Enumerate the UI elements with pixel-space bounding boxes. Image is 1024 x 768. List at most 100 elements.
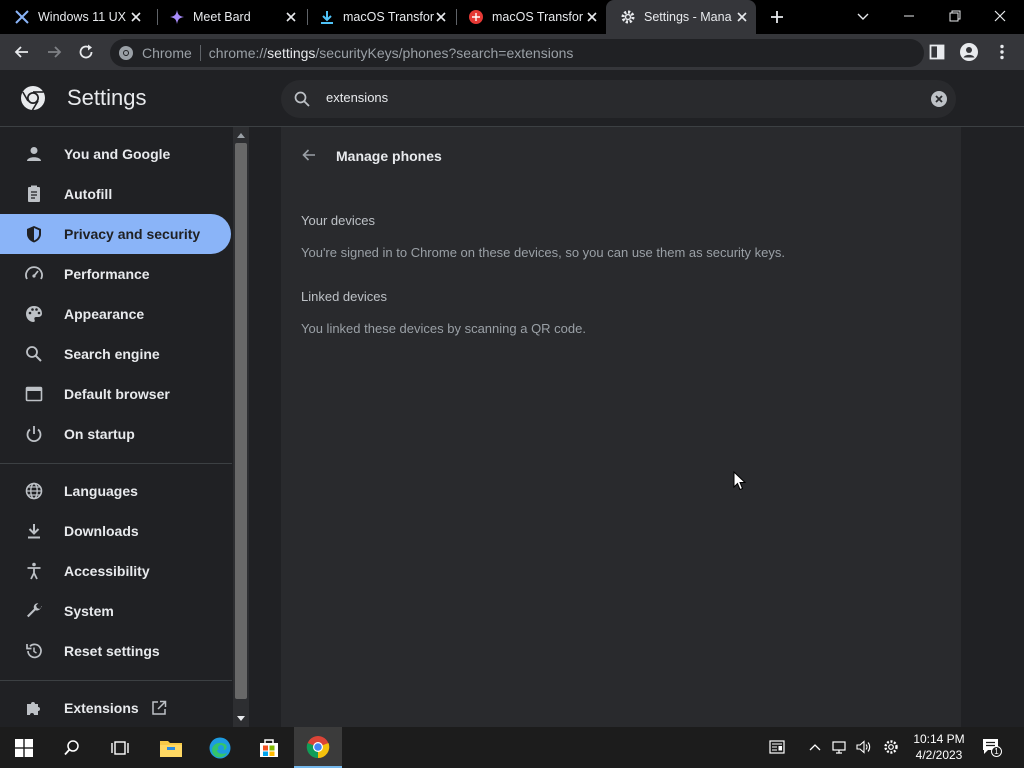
reset-icon: [24, 641, 44, 661]
person-icon: [24, 144, 44, 164]
taskbar-search-icon[interactable]: [48, 727, 96, 768]
chrome-logo-icon: [20, 85, 46, 111]
close-tab-icon[interactable]: [734, 9, 750, 25]
sidebar-item-default-browser[interactable]: Default browser: [0, 374, 231, 414]
chrome-taskbar-icon[interactable]: [294, 727, 342, 768]
tab-macos-transform-1[interactable]: macOS Transfor: [305, 0, 455, 34]
sidebar-item-label: Default browser: [64, 386, 170, 402]
sidebar-item-label: Privacy and security: [64, 226, 201, 242]
settings-sidebar: You and Google Autofill Privacy and secu…: [0, 127, 232, 727]
sidebar-item-label: Search engine: [64, 346, 160, 362]
sidebar-item-label: On startup: [64, 426, 135, 442]
sidebar-item-label: Accessibility: [64, 563, 150, 579]
palette-icon: [24, 304, 44, 324]
chrome-site-icon[interactable]: [118, 45, 134, 61]
edge-browser-icon[interactable]: [196, 727, 244, 768]
omnibox-divider: [199, 45, 201, 61]
tab-meet-bard[interactable]: Meet Bard: [155, 0, 305, 34]
close-window-button[interactable]: [991, 7, 1009, 25]
settings-gear-icon[interactable]: [883, 739, 899, 755]
sidebar-item-extensions[interactable]: Extensions: [0, 688, 231, 727]
close-tab-icon[interactable]: [584, 9, 600, 25]
notification-center-icon[interactable]: 1: [982, 738, 1002, 757]
sidebar-item-downloads[interactable]: Downloads: [0, 511, 231, 551]
close-tab-icon[interactable]: [128, 9, 144, 25]
sidebar-divider: [0, 680, 232, 681]
subpage-heading: Manage phones: [336, 148, 442, 164]
windows-taskbar: 10:14 PM 4/2/2023 1: [0, 727, 1024, 768]
news-widget-icon[interactable]: [769, 739, 785, 755]
sidebar-item-label: System: [64, 603, 114, 619]
search-icon: [293, 90, 311, 108]
sidebar-item-languages[interactable]: Languages: [0, 471, 231, 511]
sidebar-item-you-and-google[interactable]: You and Google: [0, 134, 231, 174]
sidebar-item-label: Downloads: [64, 523, 139, 539]
tab-title: Meet Bard: [193, 10, 251, 24]
sidebar-item-system[interactable]: System: [0, 591, 231, 631]
shield-icon: [24, 224, 44, 244]
sidebar-item-privacy-and-security[interactable]: Privacy and security: [0, 214, 231, 254]
close-tab-icon[interactable]: [283, 9, 299, 25]
show-hidden-icons-chevron-icon[interactable]: [807, 739, 823, 755]
scrollbar-thumb[interactable]: [235, 143, 247, 699]
network-icon[interactable]: [831, 739, 847, 755]
reload-button[interactable]: [76, 42, 96, 62]
back-arrow-button[interactable]: [299, 145, 319, 165]
tab-settings-manage-phones[interactable]: Settings - Mana: [606, 0, 756, 34]
side-panel-icon[interactable]: [927, 42, 947, 62]
forward-button[interactable]: [44, 42, 64, 62]
tab-title: Windows 11 UX: [38, 10, 126, 24]
sidebar-item-accessibility[interactable]: Accessibility: [0, 551, 231, 591]
sidebar-item-performance[interactable]: Performance: [0, 254, 231, 294]
sidebar-item-on-startup[interactable]: On startup: [0, 414, 231, 454]
file-explorer-icon[interactable]: [147, 727, 195, 768]
minimize-button[interactable]: [900, 7, 918, 25]
tab-title: Settings - Mana: [644, 10, 732, 24]
system-clock[interactable]: 10:14 PM 4/2/2023: [905, 731, 973, 763]
sidebar-item-label: Reset settings: [64, 643, 160, 659]
search-query[interactable]: extensions: [326, 90, 388, 105]
more-menu-icon[interactable]: [992, 42, 1012, 62]
scroll-down-arrow-icon[interactable]: [236, 715, 246, 723]
sidebar-item-label: You and Google: [64, 146, 171, 162]
browser-icon: [24, 384, 44, 404]
clear-search-icon[interactable]: [930, 90, 948, 108]
start-button[interactable]: [0, 727, 48, 768]
open-in-new-icon[interactable]: [150, 699, 168, 717]
wrench-icon: [24, 601, 44, 621]
tab-search-chevron-icon[interactable]: [854, 7, 872, 25]
new-tab-button[interactable]: [767, 7, 787, 27]
back-button[interactable]: [12, 42, 32, 62]
close-tab-icon[interactable]: [433, 9, 449, 25]
linked-devices-title: Linked devices: [301, 289, 387, 304]
sidebar-item-autofill[interactable]: Autofill: [0, 174, 231, 214]
address-bar[interactable]: Chrome chrome://settings/securityKeys/ph…: [110, 39, 924, 67]
your-devices-title: Your devices: [301, 213, 375, 228]
sidebar-item-label: Extensions: [64, 700, 139, 716]
tab-title: macOS Transfor: [343, 10, 434, 24]
notification-count-badge: 1: [991, 746, 1002, 757]
clipboard-icon: [24, 184, 44, 204]
manage-phones-card: Manage phones Your devices You're signed…: [281, 127, 961, 727]
settings-search-input[interactable]: extensions: [281, 80, 956, 118]
puzzle-icon: [24, 698, 44, 718]
linked-devices-description: You linked these devices by scanning a Q…: [301, 321, 586, 336]
sidebar-scrollbar[interactable]: [233, 127, 249, 727]
tab-windows-11-ux[interactable]: Windows 11 UX: [0, 0, 150, 34]
tab-macos-transform-2[interactable]: macOS Transfor: [454, 0, 606, 34]
sidebar-divider: [0, 463, 232, 464]
profile-avatar-icon[interactable]: [959, 42, 979, 62]
your-devices-description: You're signed in to Chrome on these devi…: [301, 245, 785, 260]
task-view-icon[interactable]: [96, 727, 144, 768]
scroll-up-arrow-icon[interactable]: [236, 131, 246, 139]
microsoft-store-icon[interactable]: [245, 727, 293, 768]
sidebar-item-appearance[interactable]: Appearance: [0, 294, 231, 334]
restore-button[interactable]: [946, 7, 964, 25]
volume-icon[interactable]: [855, 739, 871, 755]
sidebar-item-reset-settings[interactable]: Reset settings: [0, 631, 231, 671]
sidebar-item-label: Languages: [64, 483, 138, 499]
sidebar-item-search-engine[interactable]: Search engine: [0, 334, 231, 374]
globe-icon: [24, 481, 44, 501]
sidebar-item-label: Autofill: [64, 186, 113, 202]
url-text[interactable]: chrome://settings/securityKeys/phones?se…: [209, 45, 574, 61]
